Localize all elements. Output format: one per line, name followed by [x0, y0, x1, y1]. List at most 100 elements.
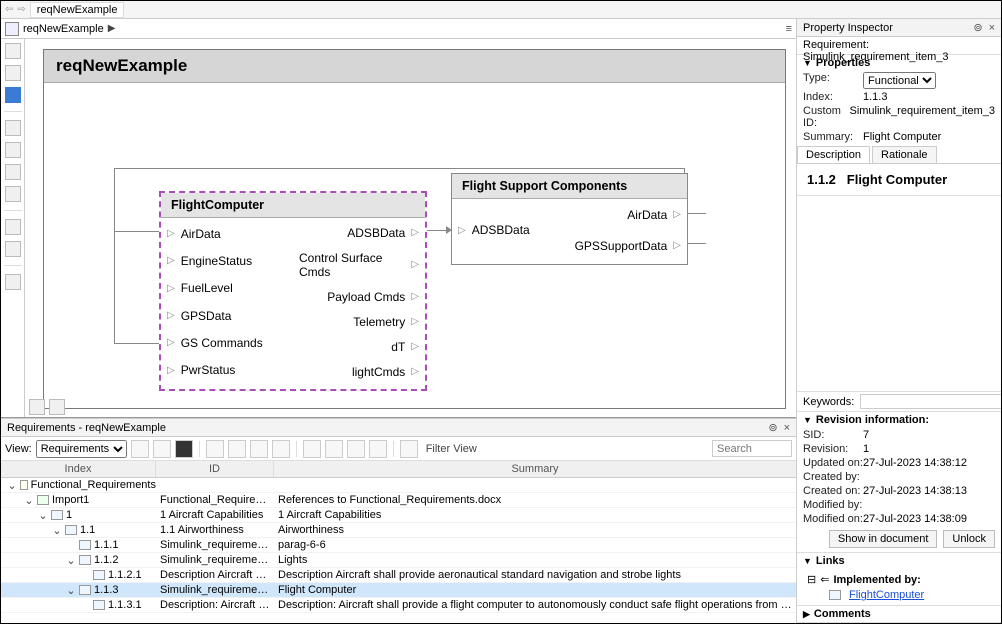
input-port[interactable]: ▷PwrStatus — [161, 359, 293, 381]
section-comments: Comments — [814, 608, 871, 620]
toolbar-f-icon[interactable] — [325, 440, 343, 458]
output-port[interactable]: Payload Cmds▷ — [293, 286, 425, 308]
requirements-panel-title: Requirements - reqNewExample — [7, 422, 166, 434]
chevron-down-icon[interactable]: ⌄ — [66, 584, 76, 597]
output-port[interactable]: Telemetry▷ — [293, 311, 425, 333]
model-icon[interactable] — [5, 22, 19, 36]
tool-d-icon[interactable] — [5, 186, 21, 202]
tool-g-icon[interactable] — [5, 274, 21, 290]
input-port[interactable]: ▷GS Commands — [161, 332, 293, 354]
col-id[interactable]: ID — [156, 461, 274, 477]
table-row[interactable]: ⌄11 Aircraft Capabilities1 Aircraft Capa… — [1, 508, 796, 523]
tool-c-icon[interactable] — [5, 164, 21, 180]
requirement-icon — [37, 495, 49, 505]
tool-zoom-icon[interactable] — [5, 65, 21, 81]
collapse-icon[interactable]: ⊟ — [807, 573, 816, 586]
requirement-icon — [79, 585, 91, 595]
caret-down-icon[interactable]: ▼ — [803, 556, 812, 566]
toolbar-refresh-icon[interactable] — [400, 440, 418, 458]
toolbar-a-icon[interactable] — [206, 440, 224, 458]
chevron-down-icon[interactable]: ⌄ — [24, 494, 34, 507]
input-port[interactable]: ▷ADSBData — [452, 219, 569, 241]
canvas-toolstrip — [1, 39, 25, 417]
caret-down-icon[interactable]: ▼ — [803, 415, 812, 425]
input-port[interactable]: ▷FuelLevel — [161, 277, 293, 299]
keywords-input[interactable] — [860, 394, 1001, 409]
tab-rationale[interactable]: Rationale — [872, 146, 936, 163]
breadcrumb-menu-icon[interactable]: ≡ — [786, 23, 792, 35]
toolbar-open-icon[interactable] — [153, 440, 171, 458]
toolbar-save-icon[interactable] — [175, 440, 193, 458]
chevron-down-icon[interactable]: ⌄ — [52, 524, 62, 537]
tool-explorer-icon[interactable] — [5, 43, 21, 59]
toolbar-c-icon[interactable] — [250, 440, 268, 458]
output-port[interactable]: Control Surface Cmds▷ — [293, 247, 425, 283]
table-row[interactable]: ⌄1.11.1 AirworthinessAirworthiness — [1, 523, 796, 538]
input-port[interactable]: ▷AirData — [161, 223, 293, 245]
canvas-bl-a-icon[interactable] — [29, 399, 45, 415]
requirements-search-input[interactable] — [712, 440, 792, 457]
col-summary[interactable]: Summary — [274, 461, 796, 477]
tab-description[interactable]: Description — [797, 146, 870, 163]
table-row[interactable]: ⌄Import1Functional_RequirementsReference… — [1, 493, 796, 508]
panel-close-icon[interactable]: × — [784, 422, 790, 434]
table-row[interactable]: 1.1.2.1Description Aircraft shall proviD… — [1, 568, 796, 583]
caret-right-icon[interactable]: ▶ — [803, 609, 810, 620]
block-flight-computer[interactable]: FlightComputer ▷AirData▷EngineStatus▷Fue… — [159, 191, 427, 391]
chevron-down-icon[interactable]: ⌄ — [66, 554, 76, 567]
toolbar-new-icon[interactable] — [131, 440, 149, 458]
table-row[interactable]: 1.1.1Simulink_requirement_item_1parag-6-… — [1, 538, 796, 553]
toolbar-h-icon[interactable] — [369, 440, 387, 458]
output-port[interactable]: lightCmds▷ — [293, 361, 425, 383]
chevron-down-icon[interactable]: ⌄ — [38, 509, 48, 522]
nav-back-icon[interactable]: ⇦ — [5, 4, 13, 15]
table-row[interactable]: 1.1.3.1Description: Aircraft shall provD… — [1, 598, 796, 613]
block-flight-support[interactable]: Flight Support Components ▷ADSBData AirD… — [451, 173, 688, 265]
toolbar-d-icon[interactable] — [272, 440, 290, 458]
canvas-bl-b-icon[interactable] — [49, 399, 65, 415]
tool-a-icon[interactable] — [5, 120, 21, 136]
tab-model[interactable]: reqNewExample — [30, 2, 125, 18]
link-flightcomputer[interactable]: FlightComputer — [849, 589, 924, 601]
row-index-label: 1.1 — [80, 524, 95, 536]
table-row[interactable]: ⌄1.1.3Simulink_requirement_item_3Flight … — [1, 583, 796, 598]
toolbar-g-icon[interactable] — [347, 440, 365, 458]
tool-e-icon[interactable] — [5, 219, 21, 235]
section-revision: Revision information: — [816, 414, 929, 426]
output-port[interactable]: dT▷ — [293, 336, 425, 358]
show-in-document-button[interactable]: Show in document — [829, 530, 938, 548]
tool-f-icon[interactable] — [5, 241, 21, 257]
tool-b-icon[interactable] — [5, 142, 21, 158]
output-port[interactable]: GPSSupportData▷ — [569, 235, 687, 257]
caret-down-icon[interactable]: ▼ — [803, 58, 812, 68]
requirements-toolbar: View: Requirements — [1, 437, 796, 461]
requirement-icon — [79, 540, 91, 550]
output-port[interactable]: AirData▷ — [569, 204, 687, 226]
table-row[interactable]: ⌄Functional_Requirements — [1, 478, 796, 493]
row-summary: parag-6-6 — [274, 539, 796, 551]
panel-options-icon[interactable]: ⊚ — [768, 421, 777, 434]
input-port[interactable]: ▷EngineStatus — [161, 250, 293, 272]
table-row[interactable]: ⌄1.1.2Simulink_requirement_item_2Lights — [1, 553, 796, 568]
output-port[interactable]: ADSBData▷ — [293, 222, 425, 244]
nav-fwd-icon[interactable]: ⇨ — [17, 4, 25, 15]
row-id: Functional_Requirements — [156, 494, 274, 506]
breadcrumb-item[interactable]: reqNewExample — [23, 23, 104, 35]
diagram-canvas[interactable]: reqNewExample FlightComputer ▷AirData▷En… — [43, 49, 786, 409]
tool-fit-icon[interactable] — [5, 87, 21, 103]
filter-view-label[interactable]: Filter View — [426, 443, 477, 455]
toolbar-b-icon[interactable] — [228, 440, 246, 458]
pi-close-icon[interactable]: × — [989, 22, 995, 34]
pi-options-icon[interactable]: ⊚ — [973, 21, 982, 34]
col-index[interactable]: Index — [1, 461, 156, 477]
breadcrumb-bar: reqNewExample ▶ ≡ — [1, 19, 796, 39]
row-index-label: 1.1.3.1 — [108, 599, 142, 611]
input-port[interactable]: ▷GPSData — [161, 305, 293, 327]
unlock-button[interactable]: Unlock — [943, 530, 995, 548]
view-select[interactable]: Requirements — [36, 440, 127, 458]
row-id: Description: Aircraft shall prov — [156, 599, 274, 611]
requirements-table-body[interactable]: ⌄Functional_Requirements⌄Import1Function… — [1, 478, 796, 623]
toolbar-e-icon[interactable] — [303, 440, 321, 458]
chevron-down-icon[interactable]: ⌄ — [8, 479, 17, 492]
type-select[interactable]: Functional — [863, 72, 936, 89]
